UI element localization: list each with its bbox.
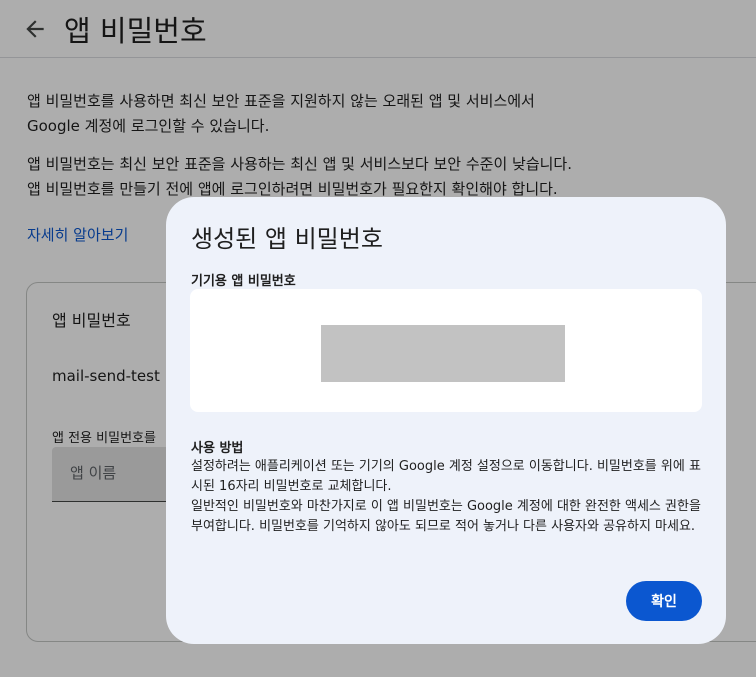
howto-title: 사용 방법 [191, 441, 244, 456]
howto-line-1: 설정하려는 애플리케이션 또는 기기의 Google 계정 설정으로 이동합니다… [191, 459, 701, 494]
generated-password-dialog: 생성된 앱 비밀번호 기기용 앱 비밀번호 사용 방법 설정하려는 애플리케이션… [166, 197, 726, 644]
device-password-label: 기기용 앱 비밀번호 [191, 274, 296, 289]
password-box [190, 289, 702, 412]
dialog-title: 생성된 앱 비밀번호 [191, 225, 383, 253]
redacted-password [321, 325, 565, 382]
confirm-button[interactable]: 확인 [626, 581, 702, 621]
howto-instructions: 설정하려는 애플리케이션 또는 기기의 Google 계정 설정으로 이동합니다… [191, 457, 711, 537]
howto-line-2: 일반적인 비밀번호와 마찬가지로 이 앱 비밀번호는 Google 계정에 대한… [191, 499, 701, 534]
